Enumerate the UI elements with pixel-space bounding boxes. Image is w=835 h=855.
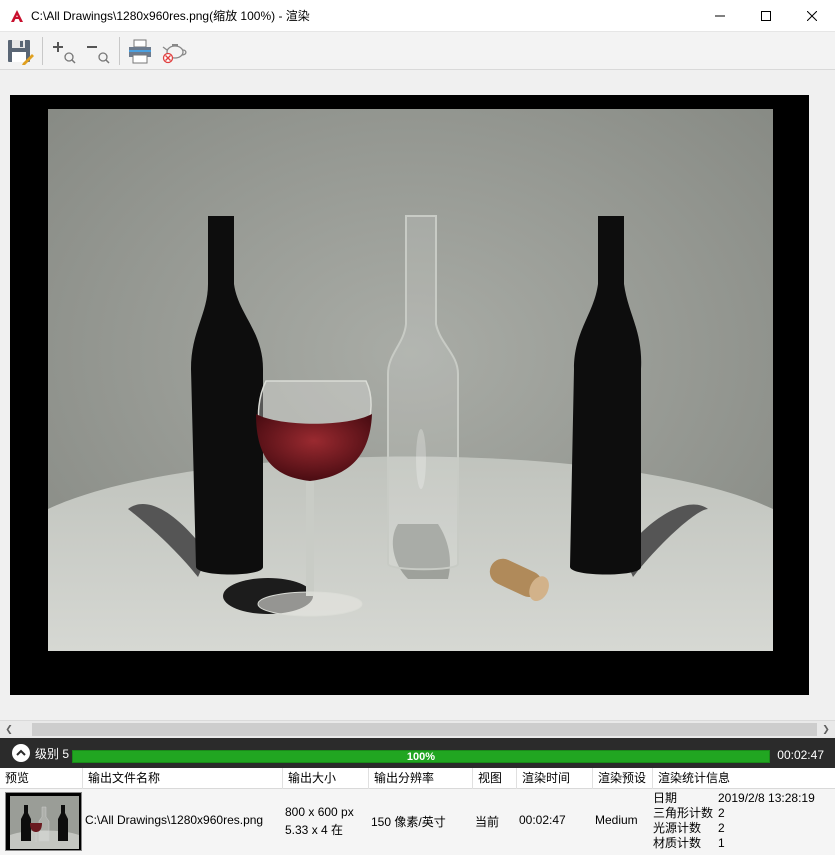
column-header-resolution[interactable]: 输出分辨率 bbox=[369, 768, 473, 789]
title-bar: C:\All Drawings\1280x960res.png(缩放 100%)… bbox=[0, 0, 835, 32]
zoom-in-button[interactable] bbox=[47, 35, 79, 67]
toolbar-separator bbox=[119, 36, 120, 65]
scroll-left-arrow-icon[interactable]: ❮ bbox=[0, 721, 18, 738]
progress-percent-label: 100% bbox=[406, 750, 436, 763]
render-thumbnail[interactable] bbox=[5, 792, 82, 851]
window-title: C:\All Drawings\1280x960res.png(缩放 100%)… bbox=[31, 9, 310, 23]
scroll-right-arrow-icon[interactable]: ❯ bbox=[817, 721, 835, 738]
output-resolution: 150 像素/英寸 bbox=[371, 815, 446, 829]
close-icon bbox=[807, 11, 817, 21]
render-output-frame bbox=[10, 95, 809, 695]
column-header-view[interactable]: 视图 bbox=[473, 768, 517, 789]
stat-triangle-count: 三角形计数 2 bbox=[653, 806, 725, 820]
maximize-button[interactable] bbox=[743, 0, 789, 32]
save-icon bbox=[8, 39, 34, 65]
zoom-out-button[interactable] bbox=[81, 35, 113, 67]
output-filename: C:\All Drawings\1280x960res.png bbox=[85, 813, 264, 827]
print-icon bbox=[129, 39, 151, 63]
toolbar-separator bbox=[42, 36, 43, 65]
zoom-out-icon bbox=[87, 45, 110, 64]
window-controls bbox=[697, 0, 835, 32]
render-progress-bar: 100% bbox=[72, 750, 770, 763]
render-viewport[interactable] bbox=[0, 70, 835, 720]
column-header-time[interactable]: 渲染时间 bbox=[517, 768, 593, 789]
rendered-image bbox=[48, 109, 773, 651]
maximize-icon bbox=[761, 11, 771, 21]
elapsed-time: 00:02:47 bbox=[777, 748, 824, 762]
render-history-table: 预览 输出文件名称 输出大小 输出分辨率 视图 渲染时间 渲染预设 渲染统计信息… bbox=[0, 768, 835, 855]
stat-light-count: 光源计数 2 bbox=[653, 821, 725, 835]
render-view: 当前 bbox=[475, 815, 500, 829]
render-toolbar bbox=[0, 32, 835, 70]
column-header-preview[interactable]: 预览 bbox=[0, 768, 83, 789]
teapot-cancel-icon bbox=[162, 43, 187, 63]
column-header-preset[interactable]: 渲染预设 bbox=[593, 768, 653, 789]
stat-date: 日期 2019/2/8 13:28:19 bbox=[653, 791, 815, 805]
save-button[interactable] bbox=[4, 35, 36, 67]
render-progress-row: 级别 5 100% 00:02:47 bbox=[0, 738, 835, 768]
table-header: 预览 输出文件名称 输出大小 输出分辨率 视图 渲染时间 渲染预设 渲染统计信息 bbox=[0, 768, 835, 789]
column-header-size[interactable]: 输出大小 bbox=[283, 768, 369, 789]
collapse-panel-button[interactable] bbox=[12, 744, 30, 762]
render-preset: Medium bbox=[595, 813, 638, 827]
table-row[interactable]: C:\All Drawings\1280x960res.png 800 x 60… bbox=[0, 789, 835, 855]
output-size-inches: 5.33 x 4 在 bbox=[285, 823, 344, 837]
close-button[interactable] bbox=[789, 0, 835, 32]
column-header-stats[interactable]: 渲染统计信息 bbox=[653, 768, 835, 789]
stat-material-count: 材质计数 1 bbox=[653, 836, 725, 850]
minimize-icon bbox=[715, 15, 725, 17]
horizontal-scrollbar[interactable]: ❮ ❯ bbox=[0, 720, 835, 738]
scrollbar-thumb[interactable] bbox=[32, 723, 817, 736]
autocad-logo-icon bbox=[9, 8, 25, 24]
render-statistics: 日期 2019/2/8 13:28:19 三角形计数 2 光源计数 2 材质计数… bbox=[653, 791, 835, 851]
cancel-render-button[interactable] bbox=[158, 35, 190, 67]
render-level-label: 级别 5 bbox=[35, 746, 70, 761]
zoom-in-icon bbox=[53, 41, 76, 64]
minimize-button[interactable] bbox=[697, 0, 743, 32]
output-size-px: 800 x 600 px bbox=[285, 805, 354, 819]
print-button[interactable] bbox=[124, 35, 156, 67]
column-header-filename[interactable]: 输出文件名称 bbox=[83, 768, 283, 789]
render-time: 00:02:47 bbox=[519, 813, 566, 827]
chevron-up-icon bbox=[16, 749, 26, 756]
